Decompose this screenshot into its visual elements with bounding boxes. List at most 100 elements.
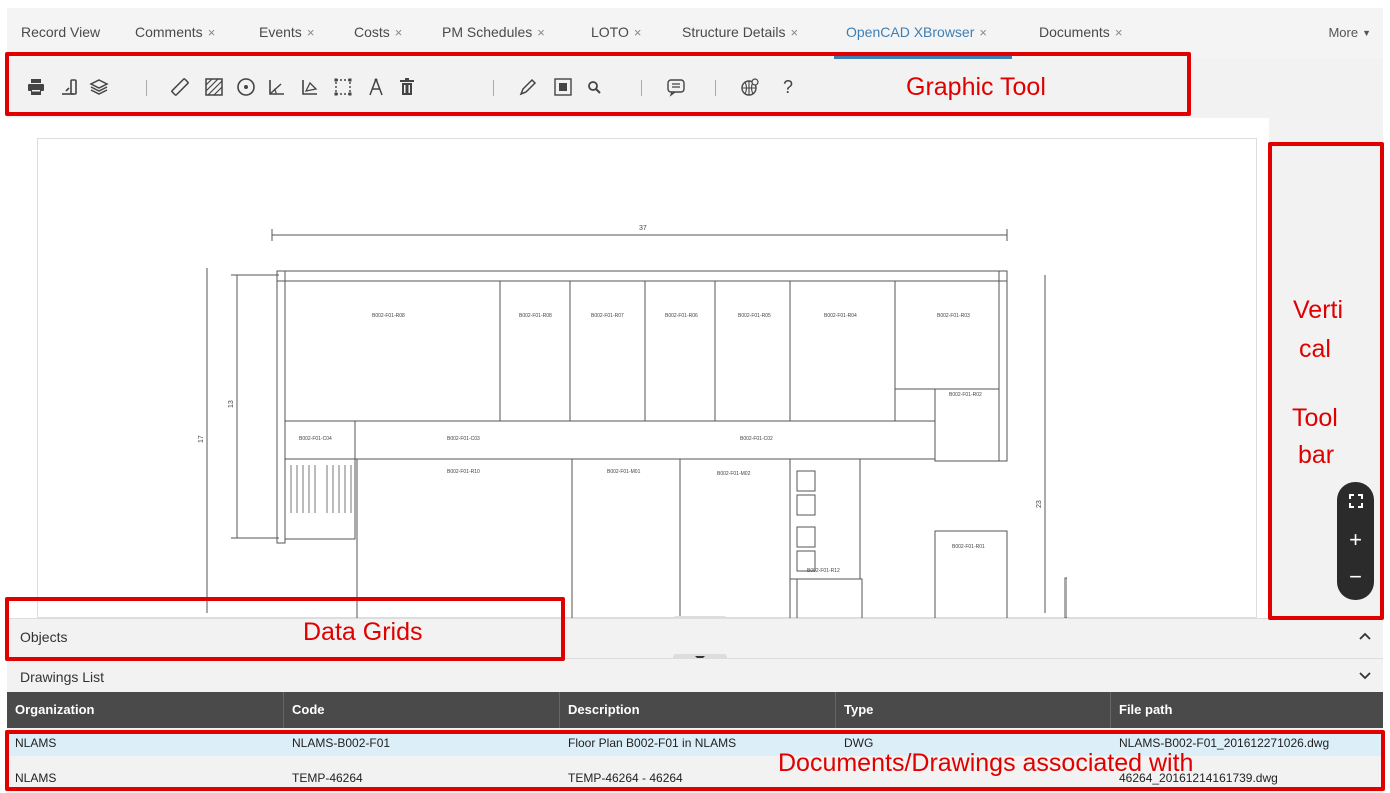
cell-code: TEMP-46264 [292, 771, 363, 785]
close-icon[interactable]: × [395, 25, 403, 40]
column-header-type[interactable]: Type [836, 692, 1111, 728]
help-icon[interactable]: ? [777, 76, 799, 98]
chevron-up-icon[interactable] [1357, 628, 1373, 644]
column-header-organization[interactable]: Organization [7, 692, 284, 728]
dim-left-outer-label: 17 [198, 435, 205, 443]
pencil-icon[interactable] [517, 76, 539, 98]
room-label: B002-F01-R08 [519, 313, 552, 319]
graphic-toolbar: ? [7, 60, 1383, 116]
zoom-out-button[interactable]: − [1337, 560, 1374, 594]
cell-organization: NLAMS [15, 736, 57, 750]
room-label: B002-F01-R04 [824, 313, 857, 319]
tab-costs[interactable]: Costs × [354, 24, 402, 40]
circle-target-icon[interactable] [235, 76, 257, 98]
chevron-down-icon: ▼ [1362, 28, 1371, 38]
tab-documents[interactable]: Documents × [1039, 24, 1122, 40]
minus-icon: − [1349, 564, 1362, 589]
room-label: B002-F01-R12 [807, 568, 840, 574]
tab-pm-schedules[interactable]: PM Schedules × [442, 24, 545, 40]
column-header-code[interactable]: Code [284, 692, 560, 728]
zoom-window-icon[interactable] [552, 76, 574, 98]
close-icon[interactable]: × [307, 25, 315, 40]
vertical-toolbar: + − [1337, 482, 1374, 600]
column-header-description[interactable]: Description [560, 692, 836, 728]
cell-organization: NLAMS [15, 771, 57, 785]
tab-record-view[interactable]: Record View [21, 24, 100, 40]
tab-label: Comments [135, 24, 203, 40]
cell-code: NLAMS-B002-F01 [292, 736, 391, 750]
active-tab-indicator [834, 56, 1012, 59]
tab-label: Structure Details [682, 24, 786, 40]
hatch-icon[interactable] [203, 76, 225, 98]
room-label: B002-F01-C02 [740, 436, 773, 442]
toolbar-separator [715, 80, 716, 96]
help-glyph: ? [782, 76, 793, 97]
room-label: B002-F01-R05 [738, 313, 771, 319]
comment-icon[interactable] [665, 76, 687, 98]
room-label: B002-F01-R03 [937, 313, 970, 319]
room-label: B002-F01-R02 [949, 392, 982, 398]
tab-structure-details[interactable]: Structure Details × [682, 24, 798, 40]
annotation-documents-label: Documents/Drawings associated with [778, 749, 1194, 777]
chevron-down-icon[interactable] [1357, 668, 1373, 684]
room-label: B002-F01-R01 [952, 544, 985, 550]
print-icon[interactable] [25, 76, 47, 98]
tab-label: Events [259, 24, 302, 40]
objects-panel-title: Objects [20, 629, 68, 645]
tab-label: Costs [354, 24, 390, 40]
room-label: B002-F01-M01 [607, 469, 641, 475]
annotation-vertical-label: cal [1299, 335, 1331, 363]
fullscreen-icon[interactable] [1337, 484, 1374, 518]
annotation-vertical-label: Verti [1293, 296, 1344, 324]
close-icon[interactable]: × [634, 25, 642, 40]
floor-plan-drawing[interactable]: 37 17 13 23 B002-F01-R08 B002-F01-R08 B0… [187, 213, 1067, 618]
compass-icon[interactable] [365, 76, 387, 98]
more-menu-button[interactable]: More ▼ [1328, 25, 1371, 40]
tab-opencad-xbrowser[interactable]: OpenCAD XBrowser × [846, 24, 987, 40]
tab-label: PM Schedules [442, 24, 533, 40]
annotation-graphic-tool-label: Graphic Tool [906, 73, 1046, 101]
tab-label: LOTO [591, 24, 629, 40]
search-icon[interactable] [583, 76, 605, 98]
objects-panel-header[interactable]: Objects [7, 618, 1383, 654]
room-label: B002-F01-R07 [591, 313, 624, 319]
plus-icon: + [1349, 527, 1362, 552]
drawings-list-header[interactable]: Drawings List [7, 658, 1383, 694]
layers-icon[interactable] [88, 76, 110, 98]
select-frame-icon[interactable] [332, 76, 354, 98]
close-icon[interactable]: × [790, 25, 798, 40]
area-icon[interactable] [299, 76, 321, 98]
room-label: B002-F01-C04 [299, 436, 332, 442]
drawings-list-title: Drawings List [20, 669, 105, 685]
zoom-in-button[interactable]: + [1337, 523, 1374, 557]
annotation-vertical-label: bar [1298, 441, 1335, 469]
tab-loto[interactable]: LOTO × [591, 24, 641, 40]
room-label: B002-F01-R06 [665, 313, 698, 319]
toolbar-separator [641, 80, 642, 96]
tab-label: OpenCAD XBrowser [846, 24, 975, 40]
column-header-file-path[interactable]: File path [1111, 692, 1383, 728]
measure-icon[interactable] [169, 76, 191, 98]
tab-bar: Record View Comments × Events × Costs × PM … [7, 8, 1383, 59]
tab-label: Documents [1039, 24, 1110, 40]
room-label: B002-F01-R08 [372, 313, 405, 319]
dim-left-inner-label: 13 [228, 400, 235, 408]
dim-right-label: 23 [1036, 500, 1043, 508]
angle-icon[interactable] [266, 76, 288, 98]
close-icon[interactable]: × [979, 25, 987, 40]
globe-icon[interactable] [739, 76, 761, 98]
close-icon[interactable]: × [1115, 25, 1123, 40]
paste-icon[interactable] [59, 76, 81, 98]
toolbar-separator [146, 80, 147, 96]
tab-comments[interactable]: Comments × [135, 24, 215, 40]
room-label: B002-F01-R10 [447, 469, 480, 475]
tab-label: Record View [21, 24, 101, 40]
delete-icon[interactable] [396, 76, 418, 98]
close-icon[interactable]: × [208, 25, 216, 40]
tab-events[interactable]: Events × [259, 24, 314, 40]
table-header: Organization Code Description Type File … [7, 692, 1383, 728]
close-icon[interactable]: × [537, 25, 545, 40]
annotation-data-grids-label: Data Grids [303, 618, 423, 646]
room-label: B002-F01-M02 [717, 471, 751, 477]
toolbar-separator [493, 80, 494, 96]
